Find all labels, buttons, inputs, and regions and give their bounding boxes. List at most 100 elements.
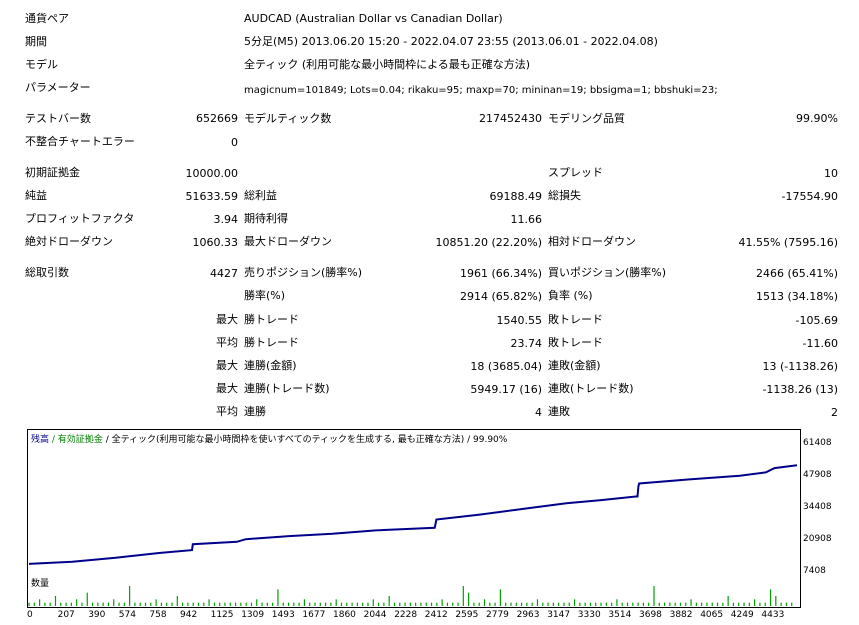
stat-label-cons-win-count: 連勝(トレード数) [244,382,330,395]
stat-label-cons-win-money: 連勝(金額) [244,359,297,372]
stat-value-ticks: 217452430 [479,112,542,125]
stat-label-gross-loss: 総損失 [548,189,581,202]
stat-label-deposit: 初期証拠金 [25,166,80,179]
stat-label-total-trades: 総取引数 [25,266,69,279]
stat-value-cons-win-count: 5949.17 (16) [470,383,542,396]
stat-label-max-2: 最大 [216,359,238,372]
stat-label-long-positions: 買いポジション(勝率%) [548,266,667,279]
y-tick-label: 47908 [803,470,832,480]
y-tick-label: 61408 [803,438,832,448]
stat-label-avg-win: 勝トレード [244,336,299,349]
x-tick-label: 2044 [363,610,387,620]
stat-value-cons-loss-money: 13 (-1138.26) [762,360,838,373]
stat-value-win-rate: 2914 (65.82%) [459,290,542,303]
setting-label-model: モデル [25,58,58,71]
stat-label-relative-drawdown: 相対ドローダウン [548,235,636,248]
stat-value-gross-profit: 69188.49 [489,190,543,203]
x-tick-label: 207 [57,610,75,620]
x-tick-label: 2228 [394,610,418,620]
volume-label: 数量 [31,579,50,589]
x-tick-label: 2412 [424,610,448,620]
stat-value-max-drawdown: 10851.20 (22.20%) [435,236,542,249]
setting-value-model: 全ティック (利用可能な最小時間枠による最も正確な方法) [244,58,531,71]
balance-chart: 残高 / 有効証拠金 / 全ティック(利用可能な最小時間枠を使いすべてのティック… [27,429,801,577]
volume-bars-plot [28,586,793,606]
stat-value-short-positions: 1961 (66.34%) [459,267,542,280]
stat-label-max-3: 最大 [216,382,238,395]
stat-value-cons-loss-count: -1138.26 (13) [762,383,838,396]
stat-value-avg-cons-loss: 2 [831,406,838,419]
x-tick-label: 3882 [669,610,693,620]
x-tick-label: 1860 [333,610,356,620]
volume-chart: 数量 [27,575,801,608]
stat-label-bars: テストバー数 [25,112,91,125]
stat-value-avg-win: 23.74 [510,337,543,350]
stat-label-win-rate: 勝率(%) [244,289,286,302]
x-tick-label: 3330 [577,610,601,620]
x-tick-label: 1125 [210,610,234,620]
stat-value-bars: 652669 [196,112,238,125]
balance-line-plot [28,464,798,565]
stat-value-deposit: 10000.00 [185,167,239,180]
stat-value-max-loss: -105.69 [795,314,838,327]
stat-label-avg-cons-loss: 連敗 [548,405,570,418]
x-tick-label: 1493 [271,610,295,620]
stat-label-expected-payoff: 期待利得 [244,212,288,225]
stat-label-absolute-drawdown: 絶対ドローダウン [25,235,113,248]
stat-label-max-win: 勝トレード [244,313,299,326]
setting-value-period: 5分足(M5) 2013.06.20 15:20 - 2022.04.07 23… [244,35,658,48]
stat-label-cons-loss-count: 連敗(トレード数) [548,382,634,395]
setting-value-parameters: magicnum=101849; Lots=0.04; rikaku=95; m… [244,85,718,96]
stat-label-avg-cons-win: 連勝 [244,405,266,418]
x-tick-label: 2963 [516,610,540,620]
stat-label-max-drawdown: 最大ドローダウン [244,235,332,248]
stat-label-max-1: 最大 [216,313,238,326]
stat-label-loss-rate: 負率 (%) [548,289,593,302]
setting-value-symbol: AUDCAD (Australian Dollar vs Canadian Do… [244,12,503,25]
stat-label-profit-factor: プロフィットファクタ [25,212,135,225]
x-tick-label: 2779 [486,610,509,620]
stat-label-avg-loss: 敗トレード [548,336,603,349]
x-tick-label: 4249 [730,610,754,620]
stat-value-spread: 10 [824,167,838,180]
stat-value-gross-loss: -17554.90 [781,190,838,203]
stat-value-expected-payoff: 11.66 [510,213,543,226]
stat-value-absolute-drawdown: 1060.33 [192,236,239,249]
x-tick-label: 1677 [302,610,326,620]
stat-label-max-loss: 敗トレード [548,313,603,326]
stat-label-net: 純益 [25,189,47,202]
y-tick-label: 20908 [803,534,832,544]
stat-label-gross-profit: 総利益 [244,189,277,202]
setting-label-period: 期間 [25,35,47,48]
x-tick-label: 0 [27,610,33,620]
stat-label-spread: スプレッド [548,166,603,179]
x-tick-label: 3147 [547,610,571,620]
x-tick-label: 574 [118,610,136,620]
stat-label-avg-2: 平均 [216,405,238,418]
stat-value-profit-factor: 3.94 [213,213,239,226]
stat-value-avg-loss: -11.60 [802,337,838,350]
x-tick-label: 3698 [639,610,662,620]
x-tick-label: 758 [149,610,167,620]
y-tick-label: 34408 [803,502,832,512]
stat-label-cons-loss-money: 連敗(金額) [548,359,601,372]
x-tick-label: 3514 [608,610,632,620]
x-tick-label: 2595 [455,610,479,620]
x-tick-label: 4065 [700,610,724,620]
balance-series-line [28,464,798,565]
setting-label-parameters: パラメーター [25,81,91,94]
stat-label-avg-1: 平均 [216,336,238,349]
stat-label-ticks: モデルティック数 [244,112,332,125]
stat-value-quality: 99.90% [796,112,838,125]
stat-label-mismatch: 不整合チャートエラー [25,135,135,148]
stat-value-mismatch: 0 [231,136,238,149]
stat-value-total-trades: 4427 [210,267,238,280]
stat-value-relative-drawdown: 41.55% (7595.16) [738,236,838,249]
x-tick-label: 1309 [241,610,265,620]
stat-label-quality: モデリング品質 [548,112,625,125]
x-tick-label: 942 [180,610,198,620]
stat-label-short-positions: 売りポジション(勝率%) [244,266,363,279]
stat-value-net: 51633.59 [185,190,239,203]
stat-value-long-positions: 2466 (65.41%) [755,267,838,280]
stat-value-cons-win-money: 18 (3685.04) [470,360,542,373]
